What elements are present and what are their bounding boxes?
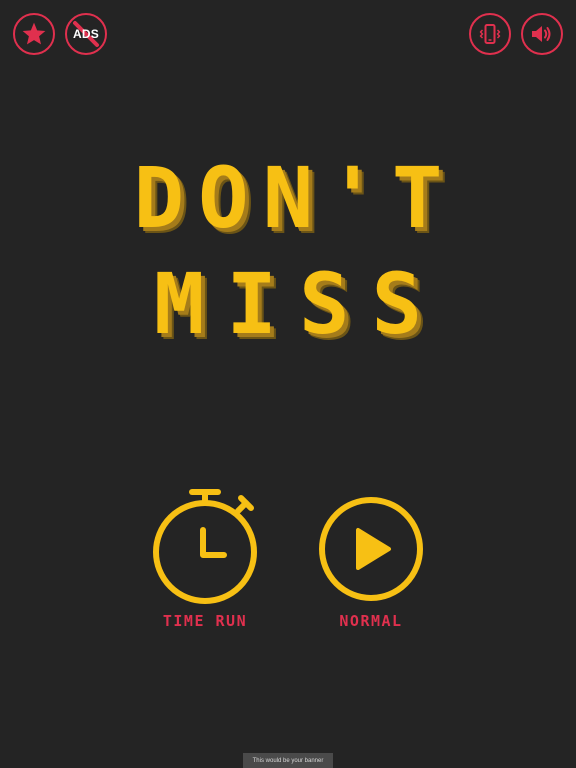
no-ads-icon: ADS bbox=[67, 15, 105, 53]
star-icon bbox=[22, 22, 46, 45]
play-icon bbox=[319, 497, 423, 601]
time-run-mode-button[interactable]: TIME RUN bbox=[140, 478, 270, 630]
stopwatch-icon bbox=[153, 489, 257, 604]
ad-banner[interactable]: This would be your banner bbox=[243, 753, 333, 768]
ad-banner-text: This would be your banner bbox=[252, 757, 324, 764]
game-title-line-1: DON'T bbox=[133, 149, 457, 247]
sound-toggle-button[interactable] bbox=[521, 13, 563, 55]
game-title-line-2: MISS bbox=[153, 255, 445, 353]
no-ads-label: ADS bbox=[73, 27, 99, 41]
vibration-toggle-button[interactable] bbox=[469, 13, 511, 55]
speaker-icon bbox=[532, 26, 551, 42]
normal-mode-button[interactable]: NORMAL bbox=[306, 478, 436, 630]
vibration-icon bbox=[479, 24, 501, 44]
rate-button[interactable] bbox=[13, 13, 55, 55]
time-run-label: TIME RUN bbox=[162, 612, 248, 630]
remove-ads-button[interactable]: ADS bbox=[65, 13, 107, 55]
normal-label: NORMAL bbox=[339, 612, 403, 630]
